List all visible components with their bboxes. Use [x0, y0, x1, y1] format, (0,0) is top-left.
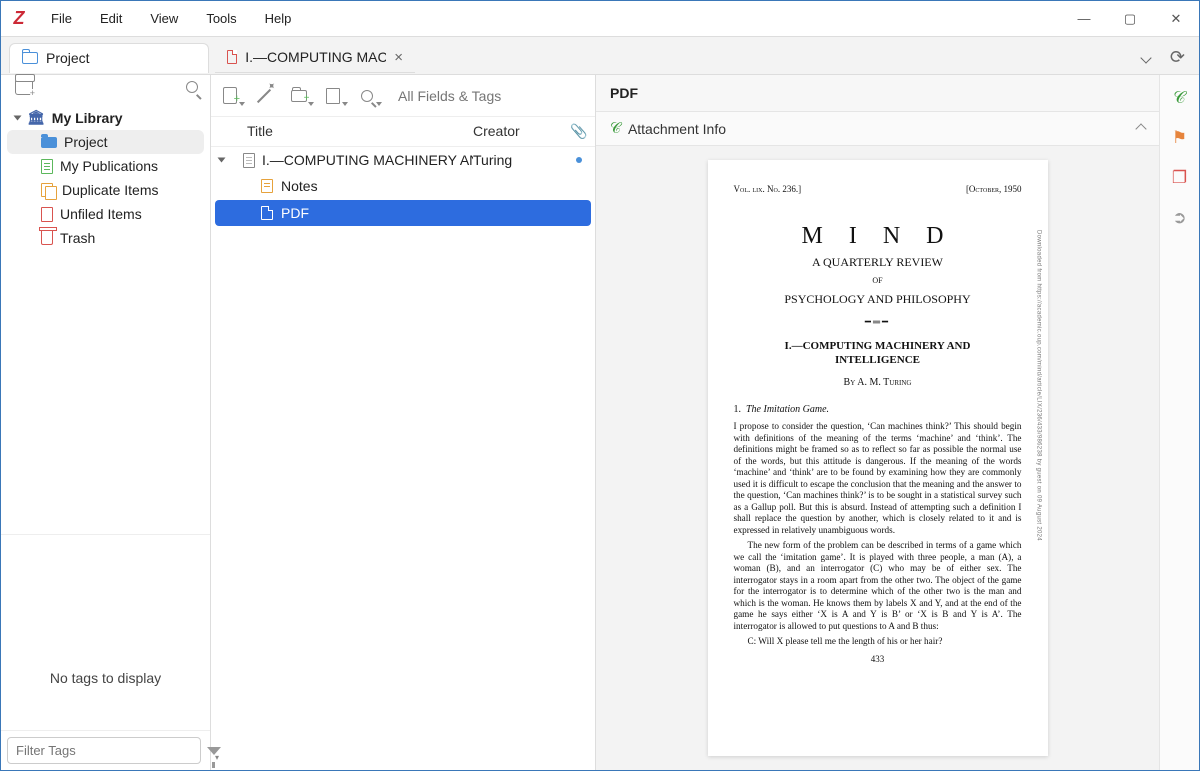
details-pane: PDF 𝒞 Attachment Info Vol. lix. No. 236.… [596, 75, 1159, 770]
minimize-button[interactable]: — [1061, 1, 1107, 37]
menubar: File Edit View Tools Help [37, 3, 305, 34]
search-collections-icon[interactable] [186, 81, 198, 93]
menu-help[interactable]: Help [251, 3, 306, 34]
tree-project-label: Project [64, 134, 108, 150]
pdf-icon [227, 50, 237, 64]
folder-icon [22, 52, 38, 64]
pdf-preview[interactable]: Vol. lix. No. 236.] [October, 1950 M I N… [596, 146, 1159, 770]
pdf-para-2: The new form of the problem can be descr… [734, 540, 1022, 632]
folder-icon [41, 137, 57, 148]
tree-project[interactable]: Project [7, 130, 204, 154]
library-icon: 🏛 [27, 109, 45, 126]
tab-library-label: Project [46, 50, 90, 66]
note-icon [261, 179, 273, 193]
pdf-ornament: ━═━ [734, 317, 1022, 330]
search-scope-button[interactable] [358, 85, 376, 107]
menu-tools[interactable]: Tools [192, 3, 250, 34]
twisty-icon[interactable] [14, 115, 22, 120]
menu-view[interactable]: View [136, 3, 192, 34]
tab-library[interactable]: Project [9, 43, 209, 73]
unfiled-icon [41, 207, 53, 222]
tabs-overflow-icon[interactable] [1140, 52, 1151, 63]
item-creator: Turing [473, 152, 563, 168]
tree-duplicate-items[interactable]: Duplicate Items [1, 178, 210, 202]
tree-my-publications[interactable]: My Publications [1, 154, 210, 178]
magic-wand-button[interactable] [255, 85, 273, 107]
duplicate-icon [41, 183, 55, 197]
attachment-info-label: Attachment Info [628, 121, 726, 137]
rail-tags-icon[interactable]: ⚑ [1169, 127, 1191, 149]
pdf-runhead-right: [October, 1950 [966, 184, 1022, 195]
details-title: PDF [596, 75, 1159, 111]
child-notes[interactable]: Notes [211, 173, 595, 199]
tree-pub-label: My Publications [60, 158, 158, 174]
tree-dup-label: Duplicate Items [62, 182, 158, 198]
child-pdf[interactable]: PDF [215, 200, 591, 226]
rail-attachment-icon[interactable]: 𝒞 [1169, 87, 1191, 109]
rail-locate-icon[interactable]: ➲ [1169, 207, 1191, 229]
sync-icon[interactable]: ⟳ [1170, 47, 1185, 68]
window-controls: — ▢ ✕ [1061, 1, 1199, 37]
items-pane: Title Creator 📎 I.—COMPUTING MACHINERY A… [211, 75, 596, 770]
tree-my-library[interactable]: 🏛 My Library [1, 105, 210, 130]
pdf-subtitle: A QUARTERLY REVIEW [734, 255, 1022, 270]
menu-edit[interactable]: Edit [86, 3, 136, 34]
pdf-page-number: 433 [734, 654, 1022, 665]
pdf-article-title: I.—COMPUTING MACHINERY ANDINTELLIGENCE [734, 340, 1022, 368]
pdf-page: Vol. lix. No. 236.] [October, 1950 M I N… [708, 160, 1048, 756]
rail-related-icon[interactable]: ❐ [1169, 167, 1191, 189]
tree-my-library-label: My Library [52, 110, 123, 126]
attachment-indicator-icon [576, 157, 582, 163]
items-header: Title Creator 📎 [211, 117, 595, 147]
paperclip-icon: 𝒞 [610, 120, 621, 137]
add-attachment-button[interactable] [289, 85, 307, 107]
tree-trash[interactable]: Trash [1, 226, 210, 250]
twisty-icon[interactable] [218, 158, 226, 163]
sidebar: 🏛 My Library Project My Publications Dup… [1, 75, 211, 770]
close-button[interactable]: ✕ [1153, 1, 1199, 37]
filter-tags-input[interactable] [7, 737, 201, 764]
trash-icon [41, 231, 53, 245]
search-items-input[interactable] [392, 83, 585, 109]
tree-trash-label: Trash [60, 230, 95, 246]
pdf-section: 1. The Imitation Game. [734, 404, 1022, 417]
pdf-runhead-left: Vol. lix. No. 236.] [734, 184, 802, 195]
titlebar: Z File Edit View Tools Help — ▢ ✕ [1, 1, 1199, 37]
filter-dropdown-button[interactable]: ▾ [207, 737, 221, 764]
tab-pdf-label: I.—COMPUTING MACHINI [245, 49, 386, 65]
pdf-of: OF [734, 276, 1022, 286]
pdf-para-1: I propose to consider the question, ‘Can… [734, 421, 1022, 536]
pdf-icon [261, 206, 273, 220]
tab-pdf[interactable]: I.—COMPUTING MACHINI × [215, 43, 415, 73]
document-icon [243, 153, 255, 168]
maximize-button[interactable]: ▢ [1107, 1, 1153, 37]
attachment-info-header[interactable]: 𝒞 Attachment Info [596, 111, 1159, 146]
new-item-button[interactable] [221, 85, 239, 107]
pdf-author: By A. M. Turing [734, 377, 1022, 390]
publications-icon [41, 159, 53, 174]
pdf-download-note: Downloaded from https://academic.oup.com… [1034, 230, 1042, 541]
menu-file[interactable]: File [37, 3, 86, 34]
pdf-para-3: C: Will X please tell me the length of h… [734, 636, 1022, 648]
collapse-icon[interactable] [1135, 123, 1146, 134]
right-rail: 𝒞 ⚑ ❐ ➲ [1159, 75, 1199, 770]
tab-close-icon[interactable]: × [394, 49, 403, 66]
child-notes-label: Notes [281, 178, 318, 194]
col-creator[interactable]: Creator [473, 123, 563, 140]
no-tags-message: No tags to display [1, 600, 210, 730]
col-title[interactable]: Title [243, 123, 473, 140]
add-note-button[interactable] [324, 85, 342, 107]
new-collection-icon[interactable] [15, 81, 33, 95]
child-pdf-label: PDF [281, 205, 309, 221]
pdf-subject: PSYCHOLOGY AND PHILOSOPHY [734, 292, 1022, 307]
pdf-journal-title: M I N D [734, 221, 1022, 251]
tree-unfiled-items[interactable]: Unfiled Items [1, 202, 210, 226]
tab-strip: Project I.—COMPUTING MACHINI × ⟳ [1, 37, 1199, 75]
col-attachment-icon[interactable]: 📎 [570, 123, 587, 140]
item-row[interactable]: I.—COMPUTING MACHINERY AND... Turing [211, 147, 595, 173]
app-logo: Z [1, 8, 37, 29]
tree-unf-label: Unfiled Items [60, 206, 142, 222]
item-title: I.—COMPUTING MACHINERY AND... [262, 152, 473, 168]
